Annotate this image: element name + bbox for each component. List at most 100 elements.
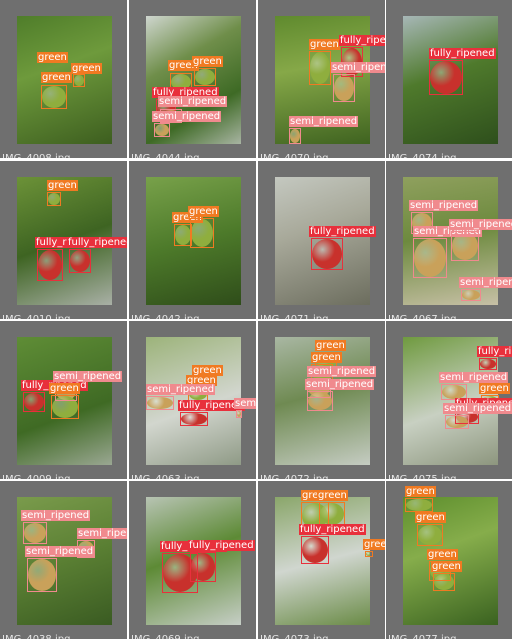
- image-filename: IMG_4077.jpg: [388, 634, 456, 639]
- image-filename: IMG_4009.jpg: [2, 474, 70, 479]
- bounding-box: [190, 552, 216, 582]
- detection-label: fully_ripened: [309, 226, 376, 237]
- bounding-box: [180, 412, 208, 426]
- result-tile[interactable]: fully_ripened IMG_4071.jpg: [258, 161, 385, 319]
- image-filename: IMG_4044.jpg: [131, 153, 199, 158]
- result-tile[interactable]: greengreengreengreenIMG_4077.jpg: [386, 481, 512, 639]
- bounding-box: [445, 415, 469, 429]
- bounding-box: [319, 502, 345, 526]
- bounding-box: [69, 249, 91, 273]
- bounding-box: [413, 238, 447, 278]
- bounding-box: [307, 391, 333, 411]
- detection-label: green: [317, 490, 348, 501]
- bounding-box: [365, 551, 373, 557]
- detection-label: green: [315, 340, 346, 351]
- bounding-box: [23, 522, 47, 544]
- detection-label: fully_ripened: [339, 35, 385, 46]
- result-tile[interactable]: greengreensemi_ripenedfully_ripenedsemi_…: [129, 321, 256, 479]
- bounding-box: [333, 74, 355, 102]
- image-filename: IMG_4073.jpg: [260, 634, 328, 639]
- detection-label: green: [71, 63, 102, 74]
- result-tile[interactable]: green green fully_ripened semi_ripened semi_…: [129, 0, 256, 158]
- detection-label: green: [47, 180, 78, 191]
- image-filename: IMG_4070.jpg: [260, 153, 328, 158]
- image-filename: IMG_4008.jpg: [2, 153, 70, 158]
- bounding-box: [311, 238, 343, 270]
- detection-label: fully_ripened: [429, 48, 496, 59]
- bounding-box: [236, 410, 242, 418]
- result-tile[interactable]: semi_ripened semi_ripened semi_ripened IMG_…: [0, 481, 127, 639]
- detection-label: semi_ripened: [77, 528, 127, 539]
- detection-label: semi_ripened: [53, 371, 123, 382]
- bounding-box: [27, 558, 57, 592]
- result-tile[interactable]: fully_ripenedsemi_ripenedgreenIMG_4009.j…: [0, 321, 127, 479]
- detection-label: semi_ripened: [307, 366, 377, 377]
- image-filename: IMG_4042.jpg: [131, 314, 199, 319]
- result-tile[interactable]: greenfully_ripened semi_ripened semi_ripen…: [258, 0, 385, 158]
- detection-label: semi_ripened: [409, 200, 479, 211]
- detection-label: green: [37, 52, 68, 63]
- bounding-box: [429, 60, 463, 95]
- bounding-box: [73, 74, 85, 87]
- bounding-box: [23, 392, 45, 412]
- detection-label: semi_ripened: [158, 96, 228, 107]
- detection-label: green: [431, 561, 462, 572]
- image-filename: IMG_4069.jpg: [131, 634, 199, 639]
- result-tile[interactable]: greengreenIMG_4042.jpg: [129, 161, 256, 319]
- result-tile[interactable]: greengreen semi_ripened semi_ripened IMG_40…: [258, 321, 385, 479]
- detection-label: green: [363, 539, 385, 550]
- image-filename: IMG_4072.jpg: [260, 474, 328, 479]
- bounding-box: [301, 536, 329, 564]
- bounding-box: [47, 192, 61, 206]
- image-filename: IMG_4063.jpg: [131, 474, 199, 479]
- detection-label: green: [427, 549, 458, 560]
- bounding-box: [194, 68, 216, 86]
- image-filename: IMG_4074.jpg: [388, 153, 456, 158]
- image-filename: IMG_4071.jpg: [260, 314, 328, 319]
- result-tile[interactable]: greengreenfully_ripenedgreenIMG_4073.jpg: [258, 481, 385, 639]
- detection-label: semi_ripened: [146, 384, 216, 395]
- detection-label: semi_ripened: [152, 111, 222, 122]
- bounding-box: [417, 524, 443, 546]
- detection-label: semi_ripened: [459, 277, 512, 288]
- result-tile[interactable]: fully_ripenedsemi_ripenedgreenfully_ripe…: [386, 321, 512, 479]
- image-filename: IMG_4038.jpg: [2, 634, 70, 639]
- detection-label: green: [479, 383, 510, 394]
- detection-label: semi_ripened: [449, 219, 512, 230]
- bounding-box: [461, 289, 481, 301]
- detection-label: fully_ripened: [477, 346, 512, 357]
- result-tile[interactable]: fully_ripenedfully_ripenedIMG_4069.jpg: [129, 481, 256, 639]
- detection-label: semi_ripened: [439, 372, 509, 383]
- bounding-box: [479, 358, 497, 370]
- result-tile[interactable]: semi_ripened semi_ripened semi_ripened semi…: [386, 161, 512, 319]
- detection-label: green: [309, 39, 340, 50]
- detection-label: green: [405, 486, 436, 497]
- result-tile[interactable]: greengreengreenIMG_4008.jpg: [0, 0, 127, 158]
- bounding-box: [51, 395, 79, 419]
- detection-label: semi_ripened: [234, 398, 256, 409]
- bounding-box: [146, 396, 174, 410]
- bounding-box: [41, 85, 67, 109]
- detection-label: semi_ripened: [331, 62, 385, 73]
- detection-label: semi_ripened: [289, 116, 359, 127]
- detection-label: green: [192, 56, 223, 67]
- bounding-box: [405, 498, 433, 512]
- image-filename: IMG_4067.jpg: [388, 314, 456, 319]
- detection-label: fully_ripened: [299, 524, 366, 535]
- image-filename: IMG_4075.jpg: [388, 474, 456, 479]
- detection-label: fully_ripened: [67, 237, 127, 248]
- detection-label: semi_ripened: [443, 403, 512, 414]
- bounding-box: [309, 51, 331, 85]
- detection-label: semi_ripened: [25, 546, 95, 557]
- detection-label: fully_ripened: [188, 540, 255, 551]
- detection-label: green: [41, 72, 72, 83]
- bounding-box: [433, 573, 455, 591]
- detection-label: semi_ripened: [305, 379, 375, 390]
- detection-label: green: [49, 383, 80, 394]
- result-tile[interactable]: fully_ripened IMG_4074.jpg: [386, 0, 512, 158]
- bounding-box: [190, 218, 214, 248]
- bounding-box: [154, 123, 170, 137]
- image-filename: IMG_4010.jpg: [2, 314, 70, 319]
- result-tile[interactable]: greenfully_ripenedfully_ripenedIMG_4010.…: [0, 161, 127, 319]
- detection-label: semi_ripened: [21, 510, 91, 521]
